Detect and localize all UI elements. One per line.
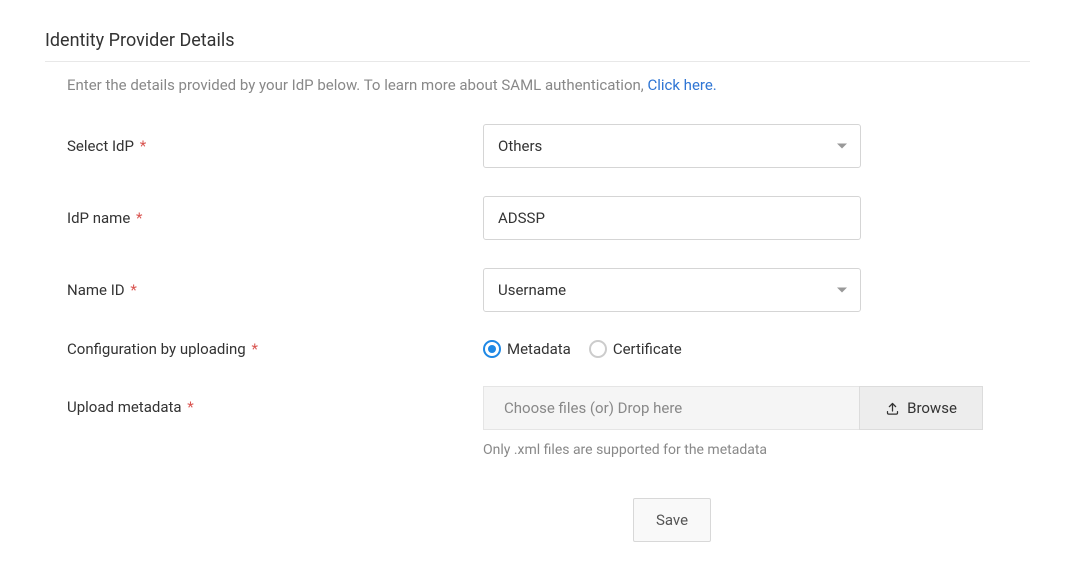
required-asterisk: * xyxy=(187,398,193,416)
select-idp-label-text: Select IdP xyxy=(67,137,134,155)
radio-certificate[interactable]: Certificate xyxy=(589,340,682,358)
learn-more-link[interactable]: Click here. xyxy=(647,76,716,94)
radio-certificate-label: Certificate xyxy=(613,340,682,358)
configuration-label-text: Configuration by uploading xyxy=(67,340,246,358)
required-asterisk: * xyxy=(130,281,136,299)
radio-icon xyxy=(589,340,607,358)
chevron-down-icon xyxy=(837,288,847,293)
upload-label-text: Upload metadata xyxy=(67,398,182,416)
required-asterisk: * xyxy=(136,209,142,227)
browse-button-label: Browse xyxy=(907,399,957,417)
radio-metadata[interactable]: Metadata xyxy=(483,340,571,358)
name-id-label-text: Name ID xyxy=(67,281,125,299)
instructions-text: Enter the details provided by your IdP b… xyxy=(67,76,1030,94)
upload-label: Upload metadata * xyxy=(67,386,483,416)
browse-button[interactable]: Browse xyxy=(859,386,983,430)
select-idp-value: Others xyxy=(498,137,542,155)
section-title: Identity Provider Details xyxy=(45,30,1030,62)
select-idp-dropdown[interactable]: Others xyxy=(483,124,861,168)
idp-name-label-text: IdP name xyxy=(67,209,130,227)
upload-hint: Only .xml files are supported for the me… xyxy=(483,442,1030,458)
drop-zone-placeholder: Choose files (or) Drop here xyxy=(504,399,682,417)
name-id-label: Name ID * xyxy=(67,281,483,299)
radio-icon xyxy=(483,340,501,358)
radio-metadata-label: Metadata xyxy=(507,340,571,358)
file-drop-zone[interactable]: Choose files (or) Drop here xyxy=(483,386,859,430)
instructions-prefix: Enter the details provided by your IdP b… xyxy=(67,76,647,94)
select-idp-label: Select IdP * xyxy=(67,137,483,155)
upload-icon xyxy=(885,401,900,416)
idp-name-label: IdP name * xyxy=(67,209,483,227)
configuration-label: Configuration by uploading * xyxy=(67,340,483,358)
required-asterisk: * xyxy=(140,137,146,155)
name-id-value: Username xyxy=(498,281,566,299)
required-asterisk: * xyxy=(251,340,257,358)
save-button[interactable]: Save xyxy=(633,498,711,542)
idp-name-input[interactable] xyxy=(483,196,861,240)
chevron-down-icon xyxy=(837,144,847,149)
name-id-dropdown[interactable]: Username xyxy=(483,268,861,312)
